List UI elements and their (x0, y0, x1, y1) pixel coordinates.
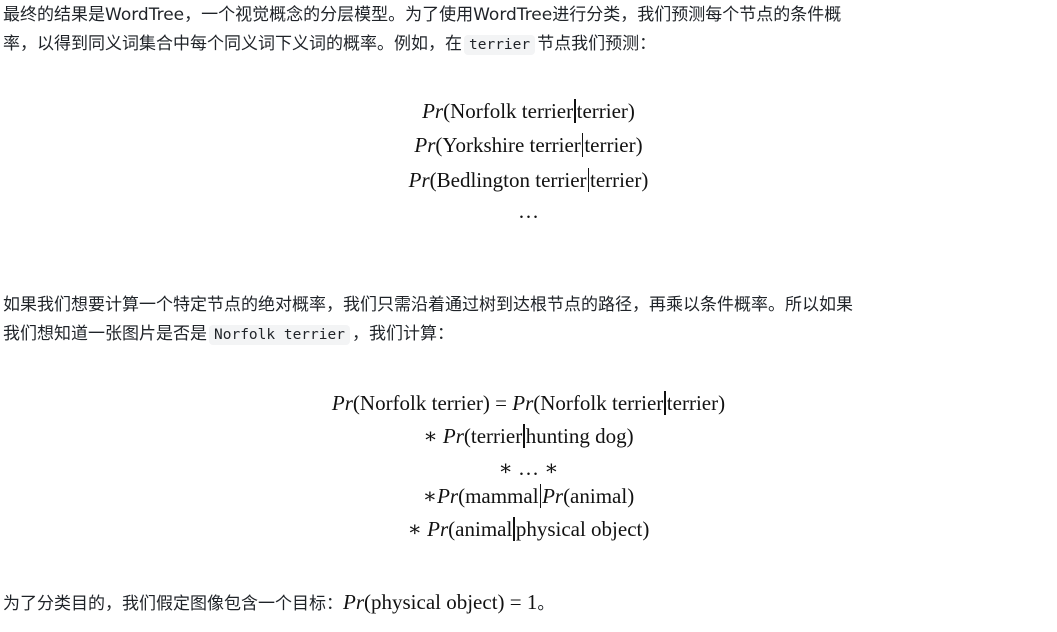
math-pr: Pr (542, 484, 564, 508)
text-run: ，我们计算： (351, 324, 454, 344)
paragraph-line: 率，以得到同义词集合中每个同义词下义词的概率。例如，在 terrier 节点我们预测… (3, 30, 1055, 60)
paragraph-line: 最终的结果是WordTree，一个视觉概念的分层模型。为了使用WordTree进… (3, 5, 842, 25)
equation-line: ∗ … ∗ (498, 456, 559, 480)
paragraph-line: 如果我们想要计算一个特定节点的绝对概率，我们只需沿着通过树到达根节点的路径，再乘… (3, 295, 853, 315)
math-term: (Norfolk terrier (443, 99, 574, 123)
math-operator: ∗ (422, 484, 438, 508)
text-run: 节点我们预测： (537, 34, 657, 54)
math-term: (mammal (458, 484, 539, 508)
math-term: terrier) (666, 391, 726, 415)
inline-code: Norfolk terrier (209, 325, 350, 345)
math-pr: Pr (343, 590, 364, 614)
math-pr: Pr (427, 517, 449, 541)
math-pr: Pr (331, 391, 353, 415)
math-operator: ∗ (407, 517, 428, 541)
equation-line: ∗ Pr(animal physical object) (0, 517, 1057, 541)
text-run: 率，以得到同义词集合中每个同义词下义词的概率。例如，在 (3, 34, 462, 54)
math-operator: ∗ (423, 424, 443, 448)
text-run: 。 (537, 594, 555, 614)
math-pr: Pr (414, 133, 436, 157)
math-term: (Yorkshire terrier (435, 133, 581, 157)
math-term: (terrier (463, 424, 523, 448)
math-pr: Pr (408, 168, 430, 192)
math-term: (Bedlington terrier (429, 168, 587, 192)
math-pr: Pr (437, 484, 459, 508)
text-run: 为了分类目的，我们假定图像包含一个目标： (3, 594, 343, 614)
paragraph-intro: 最终的结果是WordTree，一个视觉概念的分层模型。为了使用WordTree进… (3, 1, 1055, 60)
equation-line: Pr(Bedlington terrier terrier) (0, 168, 1057, 192)
math-term: terrier) (576, 99, 635, 123)
math-pr: Pr (422, 99, 444, 123)
math-term: terrier) (590, 168, 649, 192)
math-pr: Pr (512, 391, 534, 415)
paragraph-line: 为了分类目的，我们假定图像包含一个目标：Pr(physical object) … (3, 588, 1055, 619)
conditional-bar (523, 424, 525, 448)
equation-line: Pr(Norfolk terrier terrier) (0, 99, 1057, 123)
paragraph-line: 我们想知道一张图片是否是 Norfolk terrier ，我们计算： (3, 320, 1055, 350)
math-term: (animal (448, 517, 513, 541)
text-run: 我们想知道一张图片是否是 (3, 324, 207, 344)
conditional-bar (587, 168, 590, 192)
math-term: (Norfolk terrier (533, 391, 664, 415)
paragraph-assumption: 为了分类目的，我们假定图像包含一个目标：Pr(physical object) … (3, 588, 1055, 619)
conditional-bar (664, 391, 666, 415)
equation-line: ∗ Pr(terrier hunting dog) (0, 424, 1057, 448)
math-pr: Pr (442, 424, 464, 448)
conditional-bar (513, 517, 515, 541)
inline-code: terrier (464, 35, 536, 55)
equation-line: Pr(Yorkshire terrier terrier) (0, 133, 1057, 157)
math-term: terrier) (584, 133, 643, 157)
math-term: (Norfolk terrier) = (352, 391, 513, 415)
paragraph-absolute-probability: 如果我们想要计算一个特定节点的绝对概率，我们只需沿着通过树到达根节点的路径，再乘… (3, 291, 1055, 350)
conditional-bar (539, 484, 542, 508)
math-term: (animal) (563, 484, 635, 508)
math-term: physical object) (515, 517, 650, 541)
math-term: (physical object) = 1 (364, 590, 538, 614)
conditional-bar (574, 99, 576, 123)
equation-ellipsis: … (518, 199, 539, 223)
equation-line: ∗Pr(mammal Pr(animal) (0, 484, 1057, 508)
equation-line: Pr(Norfolk terrier) = Pr(Norfolk terrier… (0, 391, 1057, 415)
math-term: hunting dog) (525, 424, 634, 448)
